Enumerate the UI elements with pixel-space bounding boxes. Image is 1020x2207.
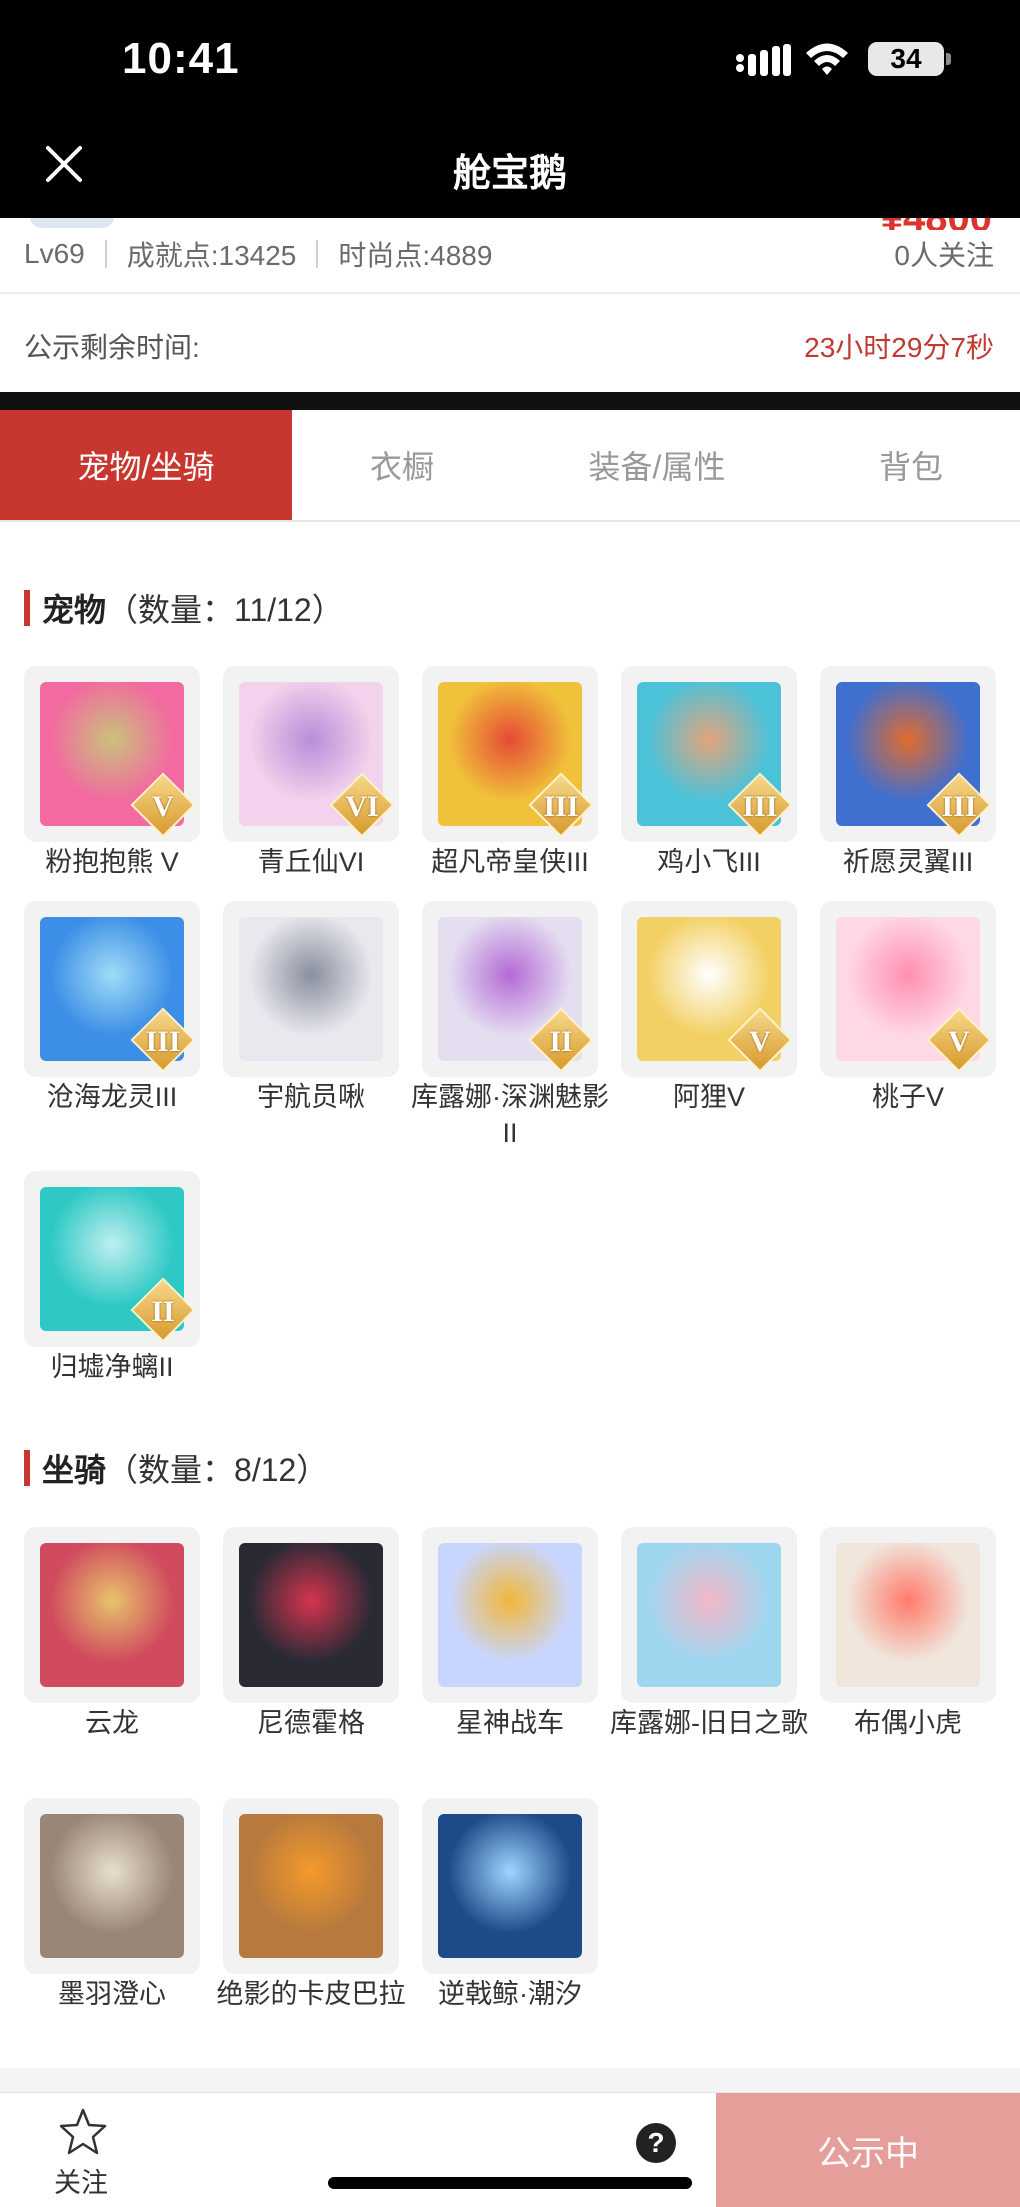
signal-icon — [736, 44, 791, 76]
star-icon[interactable] — [58, 2107, 108, 2157]
item-tile[interactable]: III — [820, 666, 996, 842]
item-tile[interactable]: V — [621, 901, 797, 1077]
item-tile[interactable]: II — [24, 1171, 200, 1347]
cloud-dragon-mount-icon — [40, 1543, 184, 1687]
public-status-button[interactable]: 公示中 — [716, 2093, 1020, 2207]
item-tile[interactable]: VI — [223, 666, 399, 842]
item-name: 宇航员啾 — [257, 1082, 365, 1112]
grade-badge-label: II — [151, 1295, 175, 1328]
divider — [316, 240, 319, 268]
item-name: 青丘仙VI — [257, 847, 365, 877]
item-name: 超凡帝皇侠III — [431, 847, 589, 877]
avatar — [30, 218, 114, 228]
item-name: 云龙 — [85, 1708, 139, 1738]
item-tile[interactable] — [621, 1527, 797, 1703]
page-title: 舱宝鹅 — [452, 153, 567, 195]
star-chariot-mount-icon — [438, 1543, 582, 1687]
status-bar: 10:41 34 — [0, 0, 1020, 120]
countdown-value: 23小时29分7秒 — [804, 332, 994, 363]
capybara-mount-icon — [239, 1814, 383, 1958]
black-dragon-mount-icon — [239, 1543, 383, 1687]
item-name: 星神战车 — [456, 1708, 564, 1738]
divider — [0, 292, 1020, 294]
item-name: 绝影的卡皮巴拉 — [216, 1979, 406, 2009]
grade-badge-label: III — [145, 1025, 181, 1058]
mounts-section-title: 坐骑 （数量：8/12） — [24, 1448, 328, 1488]
grade-badge-label: V — [948, 1025, 970, 1058]
grade-badge-label: II — [549, 1025, 573, 1058]
section-marker — [24, 1450, 30, 1486]
item-tile[interactable] — [223, 1527, 399, 1703]
item-tile[interactable] — [820, 1527, 996, 1703]
item-name: 祈愿灵翼III — [842, 847, 974, 877]
clock: 10:41 — [122, 34, 240, 83]
divider — [104, 240, 107, 268]
cloth-tiger-mount-icon — [836, 1543, 980, 1687]
achievement-points: 成就点:13425 — [126, 240, 297, 271]
item-name: 粉抱抱熊 V — [45, 847, 179, 877]
kuluna-song-mount-icon — [637, 1543, 781, 1687]
item-tile[interactable]: III — [422, 666, 598, 842]
scrolled-header-edge: ¥4800 — [0, 218, 1020, 230]
item-tile[interactable] — [422, 1527, 598, 1703]
item-name: 库露娜·深渊魅影II — [411, 1082, 609, 1148]
item-tile[interactable]: II — [422, 901, 598, 1077]
orca-mount-icon — [438, 1814, 582, 1958]
grade-badge-label: V — [749, 1025, 771, 1058]
countdown-label: 公示剩余时间: — [24, 332, 200, 363]
item-name: 尼德霍格 — [257, 1708, 365, 1738]
item-tile[interactable]: V — [820, 901, 996, 1077]
grade-badge-label: V — [152, 790, 174, 823]
tab-equipment[interactable]: 装备/属性 — [512, 410, 802, 520]
grade-badge-label: III — [742, 790, 778, 823]
tab-backpack[interactable]: 背包 — [802, 410, 1020, 520]
tab-pets-mounts[interactable]: 宠物/坐骑 — [0, 410, 292, 520]
feather-staff-mount-icon — [40, 1814, 184, 1958]
tab-wardrobe[interactable]: 衣橱 — [292, 410, 512, 520]
player-stats: Lv69 成就点:13425 时尚点:4889 — [24, 232, 492, 276]
item-name: 阿狸V — [672, 1082, 745, 1112]
item-tile[interactable]: III — [24, 901, 200, 1077]
item-name: 逆戟鲸·潮汐 — [438, 1979, 582, 2009]
item-tile[interactable] — [223, 1798, 399, 1974]
grade-badge-label: III — [941, 790, 977, 823]
tab-bar: 宠物/坐骑 衣橱 装备/属性 背包 — [0, 410, 1020, 522]
price: ¥4800 — [881, 218, 992, 230]
item-name: 墨羽澄心 — [58, 1979, 166, 2009]
follower-count: 0人关注 — [894, 240, 994, 271]
item-name: 鸡小飞III — [657, 847, 761, 877]
home-indicator — [328, 2177, 692, 2189]
item-name: 沧海龙灵III — [46, 1082, 178, 1112]
battery-icon: 34 — [868, 42, 944, 76]
item-name: 库露娜-旧日之歌 — [610, 1708, 808, 1738]
grade-badge-label: VI — [345, 790, 379, 823]
section-marker — [24, 590, 30, 626]
nav-bar: 舱宝鹅 — [0, 120, 1020, 218]
bottom-bar: 关注 ? 公示中 — [0, 2092, 1020, 2207]
grade-badge-label: III — [543, 790, 579, 823]
wifi-icon — [806, 43, 848, 75]
fashion-points: 时尚点:4889 — [338, 240, 493, 271]
item-name: 桃子V — [871, 1082, 944, 1112]
battery-tip — [946, 53, 951, 65]
item-name: 布偶小虎 — [854, 1708, 962, 1738]
item-name: 归墟净螭II — [50, 1352, 174, 1382]
item-tile[interactable] — [223, 901, 399, 1077]
item-tile[interactable]: V — [24, 666, 200, 842]
astronaut-pet-icon — [239, 917, 383, 1061]
pets-section-title: 宠物 （数量：11/12） — [24, 588, 344, 628]
follow-button-label[interactable]: 关注 — [54, 2161, 108, 2200]
item-tile[interactable] — [422, 1798, 598, 1974]
help-icon[interactable]: ? — [636, 2123, 676, 2163]
item-tile[interactable]: III — [621, 666, 797, 842]
section-separator — [0, 392, 1020, 410]
item-tile[interactable] — [24, 1527, 200, 1703]
item-tile[interactable] — [24, 1798, 200, 1974]
level: Lv69 — [24, 238, 85, 269]
content-end-spacer — [0, 2068, 1020, 2092]
